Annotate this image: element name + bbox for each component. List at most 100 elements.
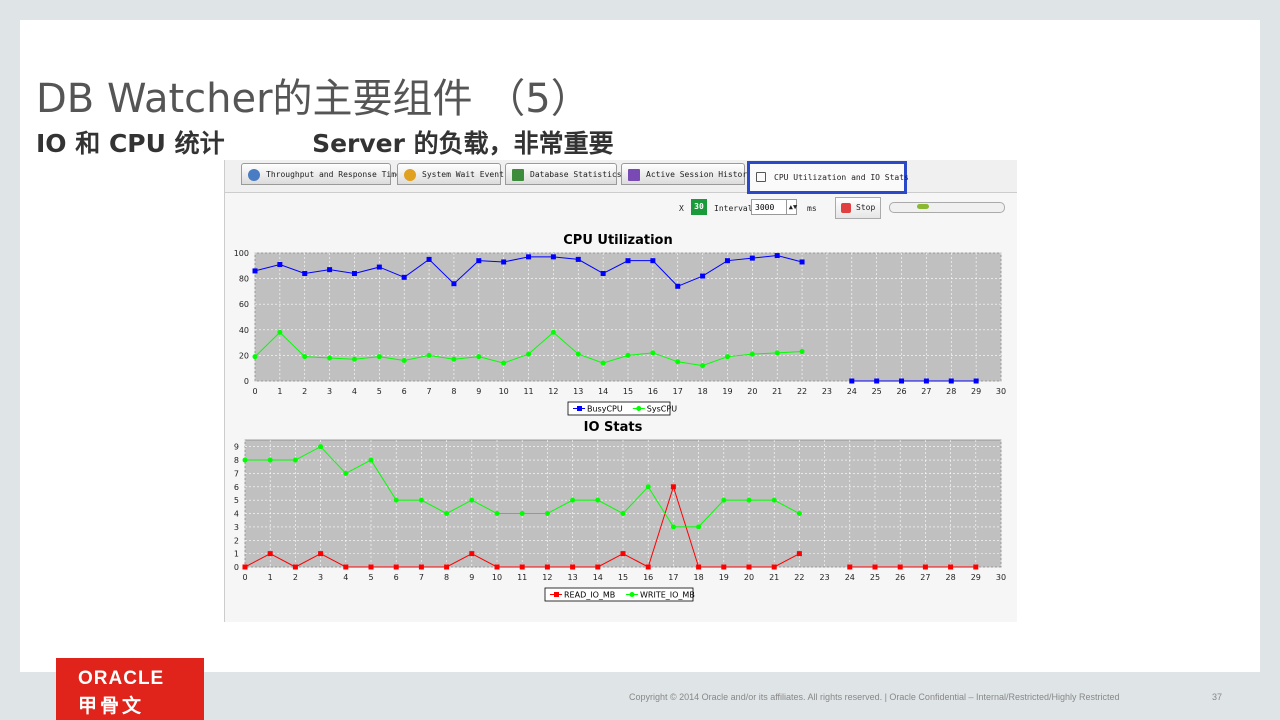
- interval-spinner[interactable]: ▲▼: [786, 199, 799, 215]
- x-tick-label: 15: [618, 573, 628, 582]
- legend-label: WRITE_IO_MB: [640, 591, 695, 600]
- data-point-WRITE_IO_MB: [343, 470, 349, 476]
- x-tick-label: 2: [293, 573, 298, 582]
- x-tick-label: 21: [769, 573, 779, 582]
- x-tick-label: 11: [517, 573, 527, 582]
- data-point-SysCPU: [650, 350, 656, 356]
- tab-label: Database Statistics: [530, 170, 622, 179]
- tab-cpu-io-stats[interactable]: CPU Utilization and IO Stats: [747, 161, 909, 194]
- stop-button[interactable]: Stop: [835, 197, 881, 219]
- data-point-WRITE_IO_MB: [242, 457, 248, 463]
- data-point-BusyCPU: [874, 378, 880, 384]
- x-tick-label: 7: [419, 573, 424, 582]
- chart-title: CPU Utilization: [563, 233, 672, 248]
- data-point-WRITE_IO_MB: [721, 497, 727, 503]
- data-point-BusyCPU: [575, 256, 581, 262]
- data-point-BusyCPU: [749, 255, 755, 261]
- y-tick-label: 1: [234, 550, 239, 559]
- x-tick-label: 28: [946, 387, 956, 396]
- data-point-READ_IO_MB: [469, 551, 475, 557]
- data-point-BusyCPU: [401, 274, 407, 280]
- x-tick-label: 9: [469, 573, 474, 582]
- y-tick-label: 9: [234, 443, 239, 452]
- data-point-READ_IO_MB: [847, 564, 853, 570]
- data-point-READ_IO_MB: [696, 564, 702, 570]
- subtitle-io-cpu: IO 和 CPU 统计: [36, 129, 225, 158]
- x-tick-label: 6: [394, 573, 399, 582]
- page-title: DB Watcher的主要组件 （5）: [36, 76, 591, 122]
- y-tick-label: 6: [234, 483, 239, 492]
- data-point-BusyCPU: [351, 270, 357, 276]
- x-tick-label: 26: [895, 573, 905, 582]
- chart-icon: [628, 169, 640, 181]
- progress-fill: [917, 204, 929, 209]
- data-point-SysCPU: [575, 351, 581, 357]
- tab-throughput[interactable]: Throughput and Response Time: [241, 163, 401, 185]
- x-tick-label: 11: [523, 387, 533, 396]
- data-point-WRITE_IO_MB: [368, 457, 374, 463]
- data-point-BusyCPU: [799, 259, 805, 265]
- data-point-SysCPU: [625, 352, 631, 358]
- x-tick-label: 2: [302, 387, 307, 396]
- page-number: 37: [1212, 692, 1223, 702]
- toolbar: X 30 Interval ▲▼ ms Stop: [225, 193, 1017, 229]
- x-label: X: [679, 204, 684, 213]
- x-tick-label: 22: [797, 387, 807, 396]
- x-tick-label: 14: [598, 387, 608, 396]
- x-tick-label: 10: [492, 573, 502, 582]
- x-tick-label: 23: [822, 387, 832, 396]
- y-tick-label: 0: [234, 563, 239, 572]
- data-point-SysCPU: [675, 359, 681, 365]
- data-point-WRITE_IO_MB: [418, 497, 424, 503]
- y-tick-label: 20: [239, 351, 249, 360]
- x-tick-label: 27: [921, 387, 931, 396]
- charts-area: CPU Utilization0 1 2 3 4 5 6 7 8 9 10 11 12 13 14 15 16 1…: [234, 233, 1006, 602]
- data-point-SysCPU: [277, 329, 283, 335]
- chart-0: CPU Utilization0 1 2 3 4 5 6 7 8 9 10 11 12 13 14 15 16 1…: [234, 233, 1006, 416]
- data-point-READ_IO_MB: [670, 484, 676, 490]
- legend-label: SysCPU: [647, 405, 677, 414]
- oracle-logo: ORACLE 甲骨文: [56, 658, 204, 720]
- tab-label: System Wait Event: [422, 170, 504, 179]
- chart-title: IO Stats: [584, 420, 643, 435]
- tab-active-session-history[interactable]: Active Session History: [621, 163, 752, 185]
- legend-label: BusyCPU: [587, 405, 623, 414]
- x-tick-label: 16: [643, 573, 653, 582]
- y-tick-label: 40: [239, 326, 249, 335]
- logo-brand-cn: 甲骨文: [78, 695, 145, 717]
- data-point-WRITE_IO_MB: [796, 511, 802, 517]
- data-point-BusyCPU: [774, 253, 780, 259]
- x-tick-label: 30: [996, 573, 1006, 582]
- data-point-WRITE_IO_MB: [544, 511, 550, 517]
- data-point-WRITE_IO_MB: [746, 497, 752, 503]
- data-point-READ_IO_MB: [292, 564, 298, 570]
- x-tick-label: 27: [920, 573, 930, 582]
- data-point-BusyCPU: [700, 273, 706, 279]
- x-tick-label: 8: [444, 573, 449, 582]
- data-point-WRITE_IO_MB: [469, 497, 475, 503]
- data-point-SysCPU: [376, 354, 382, 360]
- data-point-WRITE_IO_MB: [292, 457, 298, 463]
- data-point-READ_IO_MB: [544, 564, 550, 570]
- data-point-READ_IO_MB: [922, 564, 928, 570]
- data-point-SysCPU: [302, 354, 308, 360]
- data-point-BusyCPU: [948, 378, 954, 384]
- data-point-BusyCPU: [501, 259, 507, 265]
- x-tick-label: 8: [451, 387, 456, 396]
- data-point-WRITE_IO_MB: [620, 511, 626, 517]
- y-tick-label: 80: [239, 275, 249, 284]
- data-point-READ_IO_MB: [570, 564, 576, 570]
- data-point-READ_IO_MB: [494, 564, 500, 570]
- stop-label: Stop: [856, 203, 876, 212]
- tab-system-wait-event[interactable]: System Wait Event: [397, 163, 504, 185]
- data-point-READ_IO_MB: [645, 564, 651, 570]
- data-point-WRITE_IO_MB: [595, 497, 601, 503]
- y-tick-label: 8: [234, 456, 239, 465]
- x-tick-label: 15: [623, 387, 633, 396]
- data-point-BusyCPU: [625, 258, 631, 264]
- x-tick-label: 23: [820, 573, 830, 582]
- x-tick-label: 4: [352, 387, 357, 396]
- data-point-WRITE_IO_MB: [670, 524, 676, 530]
- tab-database-statistics[interactable]: Database Statistics: [505, 163, 622, 185]
- data-point-BusyCPU: [724, 258, 730, 264]
